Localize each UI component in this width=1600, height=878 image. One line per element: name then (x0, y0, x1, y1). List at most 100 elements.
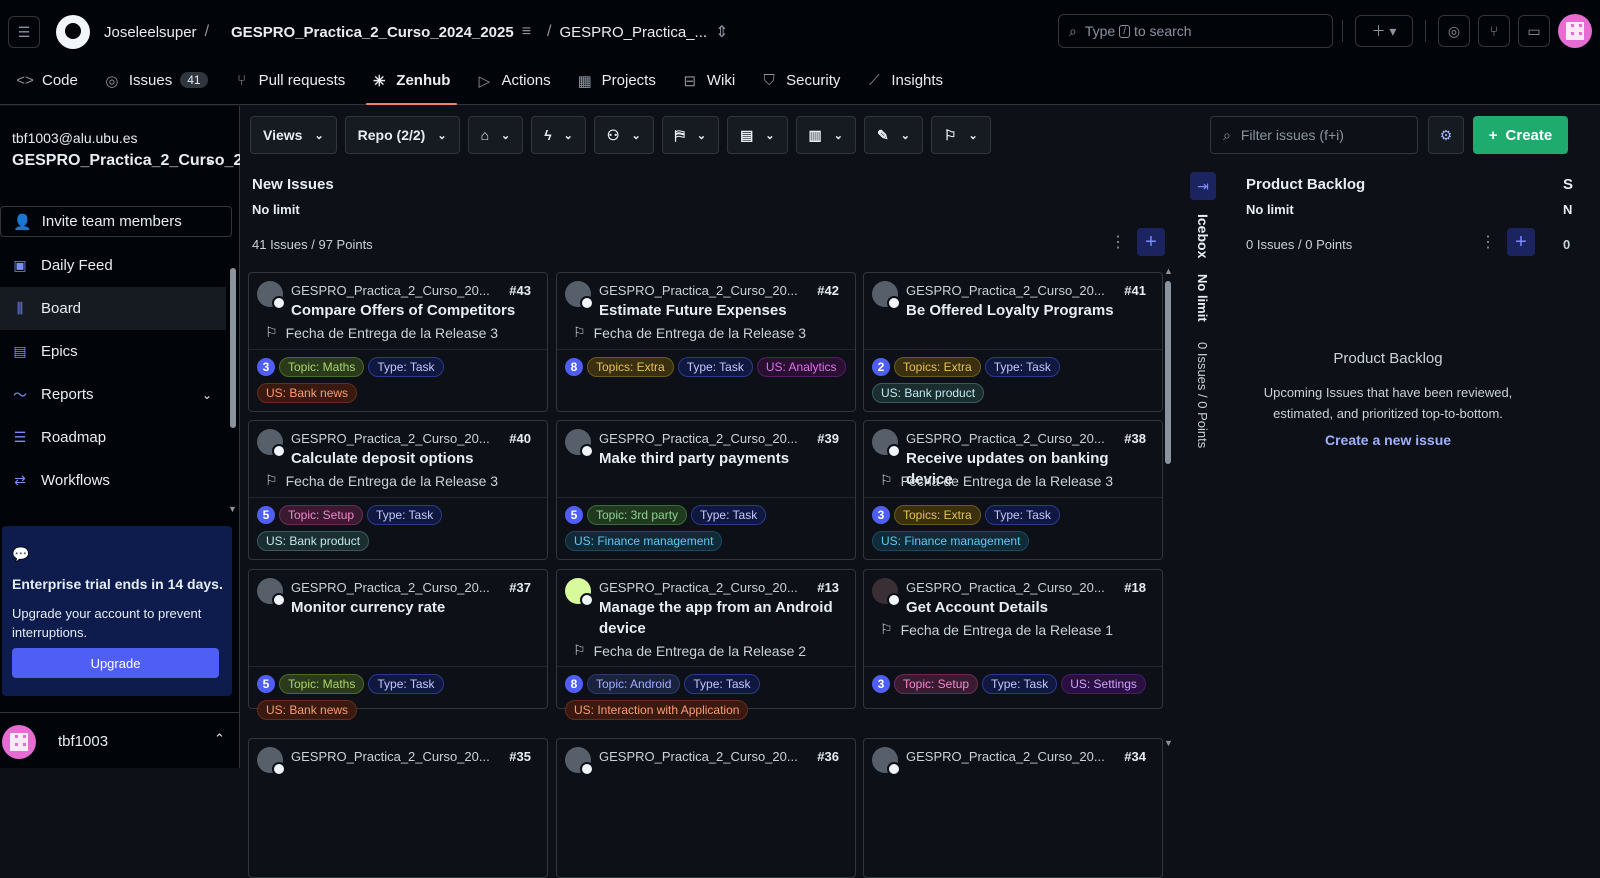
issue-label[interactable]: US: Bank news (257, 383, 358, 403)
tab-projects[interactable]: ▦ Projects (576, 64, 669, 105)
sidebar-item-reports[interactable]: 〜 Reports ⌄ (0, 373, 226, 416)
tab-wiki[interactable]: ⊟ Wiki (681, 64, 748, 105)
user-menu[interactable]: tbf1003 ⌃ (0, 712, 240, 768)
issue-label[interactable]: Type: Task (368, 357, 444, 377)
issue-label[interactable]: Topics: Extra (894, 357, 981, 377)
issue-label[interactable]: Topics: Extra (894, 505, 981, 525)
filter-issues-input[interactable]: ⌕ Filter issues (f+i) (1210, 116, 1418, 154)
issue-label[interactable]: Topic: Maths (279, 357, 365, 377)
sidebar-item-daily-feed[interactable]: ▣ Daily Feed (0, 244, 226, 287)
release-filter-dropdown[interactable]: ⚐ ⌄ (930, 116, 991, 154)
estimate-badge[interactable]: 5 (257, 506, 275, 524)
issue-card[interactable]: GESPRO_Practica_2_Curso_20... #35 (248, 738, 548, 878)
sidebar-scrollbar[interactable] (230, 268, 236, 428)
repo-filter-dropdown[interactable]: Repo (2/2) ⌄ (344, 116, 460, 154)
release-tag[interactable]: ⚐ Fecha de Entrega de la Release 3 (880, 472, 1113, 489)
upgrade-button[interactable]: Upgrade (12, 648, 219, 678)
sidebar-item-epics[interactable]: ▤ Epics (0, 330, 226, 373)
breadcrumb-repo[interactable]: GESPRO_Practica_2_Curso_2024_2025 (231, 24, 514, 41)
issue-label[interactable]: Topic: Setup (279, 505, 364, 525)
issue-card[interactable]: GESPRO_Practica_2_Curso_20... #43 Compare … (248, 272, 548, 412)
issue-label[interactable]: Topic: Maths (279, 674, 365, 694)
issue-label[interactable]: US: Finance management (565, 531, 723, 551)
issue-card[interactable]: GESPRO_Practica_2_Curso_20... #39 Make thi… (556, 420, 856, 560)
sprint-filter-dropdown[interactable]: ϟ ⌄ (531, 116, 586, 154)
tab-security[interactable]: ⛉ Security (760, 64, 853, 105)
release-tag[interactable]: ⚐ Fecha de Entrega de la Release 2 (573, 642, 806, 659)
release-tag[interactable]: ⚐ Fecha de Entrega de la Release 3 (265, 472, 498, 489)
estimate-badge[interactable]: 5 (565, 506, 583, 524)
issue-title[interactable]: Calculate deposit options (291, 448, 541, 469)
issue-label[interactable]: Type: Task (984, 357, 1060, 377)
issue-label[interactable]: US: Bank news (257, 700, 358, 720)
epic-filter-dropdown[interactable]: ⛿ ⌄ (661, 116, 720, 154)
release-tag[interactable]: ⚐ Fecha de Entrega de la Release 1 (880, 621, 1113, 638)
issue-label[interactable]: Topics: Extra (587, 357, 674, 377)
github-logo-icon[interactable] (56, 15, 90, 49)
issue-label[interactable]: Type: Task (677, 357, 753, 377)
estimate-badge[interactable]: 3 (257, 358, 275, 376)
estimate-badge[interactable]: 2 (872, 358, 890, 376)
tab-actions[interactable]: ▷ Actions (475, 64, 563, 105)
edit-filter-dropdown[interactable]: ✎ ⌄ (863, 116, 923, 154)
estimate-badge[interactable]: 8 (565, 675, 583, 693)
breadcrumb-owner[interactable]: Joseleelsuper (104, 24, 197, 41)
estimate-badge[interactable]: 3 (872, 675, 890, 693)
issue-card[interactable]: GESPRO_Practica_2_Curso_20... #37 Monitor … (248, 569, 548, 720)
layout-toggle-button[interactable]: ⚙ (1428, 116, 1464, 154)
tab-zenhub[interactable]: ✳ Zenhub (366, 64, 463, 105)
invite-team-button[interactable]: 👤 Invite team members (0, 206, 232, 237)
issue-label[interactable]: Type: Task (368, 674, 444, 694)
create-button[interactable]: + Create (1473, 116, 1568, 154)
column-scrollbar[interactable] (1165, 281, 1171, 464)
release-tag[interactable]: ⚐ Fecha de Entrega de la Release 3 (573, 324, 806, 341)
clipboard-filter-dropdown[interactable]: ▥ ⌄ (795, 116, 856, 154)
user-avatar[interactable] (1558, 14, 1592, 48)
scroll-up-icon[interactable]: ▲ (1164, 266, 1173, 276)
issue-title[interactable]: Compare Offers of Competitors (291, 300, 541, 321)
workspace-name[interactable]: GESPRO_Practica_2_Curso_2024_2025 (12, 150, 314, 171)
issue-card[interactable]: GESPRO_Practica_2_Curso_20... #36 (556, 738, 856, 878)
issue-title[interactable]: Make third party payments (599, 448, 849, 469)
issue-card[interactable]: GESPRO_Practica_2_Curso_20... #40 Calculat… (248, 420, 548, 560)
release-tag[interactable]: ⚐ Fecha de Entrega de la Release 3 (265, 324, 498, 341)
issue-title[interactable]: Monitor currency rate (291, 597, 541, 618)
issue-card[interactable]: GESPRO_Practica_2_Curso_20... #38 Receive … (863, 420, 1163, 560)
sidebar-item-board[interactable]: ⫼ Board (0, 287, 226, 330)
inbox-button[interactable]: ▭ (1518, 15, 1550, 47)
estimate-badge[interactable]: 5 (257, 675, 275, 693)
estimate-badge[interactable]: 8 (565, 358, 583, 376)
create-new-issue-link[interactable]: Create a new issue (1230, 432, 1546, 448)
label-filter-dropdown[interactable]: ⌂ ⌄ (467, 116, 524, 154)
issue-label[interactable]: US: Finance management (872, 531, 1030, 551)
issue-label[interactable]: Topic: Setup (894, 674, 979, 694)
chevron-down-icon[interactable]: ⌄ (202, 388, 212, 402)
estimate-badge[interactable]: 3 (872, 506, 890, 524)
issue-card[interactable]: GESPRO_Practica_2_Curso_20... #13 Manage t… (556, 569, 856, 720)
sidebar-item-roadmap[interactable]: ☰ Roadmap (0, 416, 226, 459)
tab-code[interactable]: <> Code (16, 64, 91, 105)
issue-label[interactable]: Type: Task (984, 505, 1060, 525)
issue-label[interactable]: Type: Task (367, 505, 443, 525)
sidebar-item-workflows[interactable]: ⇄ Workflows (0, 459, 226, 502)
issue-label[interactable]: US: Interaction with Application (565, 700, 749, 720)
issue-title[interactable]: Be Offered Loyalty Programs (906, 300, 1156, 321)
tab-insights[interactable]: ⟋ Insights (865, 64, 956, 105)
tab-issues[interactable]: ◎ Issues 41 (103, 64, 221, 105)
scroll-down-icon[interactable]: ▼ (1164, 738, 1173, 748)
issue-card[interactable]: GESPRO_Practica_2_Curso_20... #18 Get Acco… (863, 569, 1163, 709)
issue-label[interactable]: Type: Task (684, 674, 760, 694)
issue-label[interactable]: Type: Task (982, 674, 1058, 694)
issue-label[interactable]: US: Analytics (756, 357, 846, 377)
issue-label[interactable]: Type: Task (691, 505, 767, 525)
pull-requests-button[interactable]: ⑂ (1478, 15, 1510, 47)
issue-card[interactable]: GESPRO_Practica_2_Curso_20... #41 Be Offer… (863, 272, 1163, 412)
issues-button[interactable]: ◎ (1438, 15, 1470, 47)
issue-label[interactable]: US: Bank product (872, 383, 985, 403)
switch-icon[interactable]: ⇕ (715, 22, 728, 42)
issue-title[interactable]: Estimate Future Expenses (599, 300, 849, 321)
tab-pull-requests[interactable]: ⑂ Pull requests (233, 64, 359, 105)
assignee-filter-dropdown[interactable]: ⚇ ⌄ (593, 116, 654, 154)
create-new-button[interactable]: ＋ ▾ (1355, 15, 1413, 47)
more-options-icon[interactable]: ⋮ (1110, 232, 1126, 252)
